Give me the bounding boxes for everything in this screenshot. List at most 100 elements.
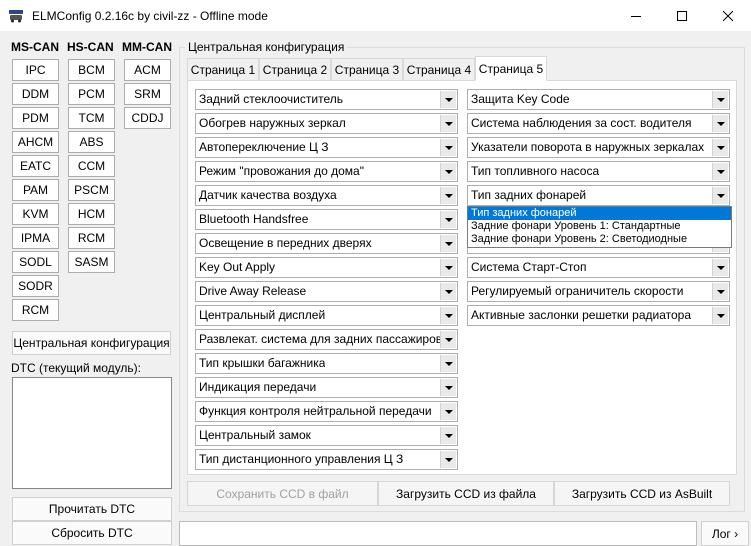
combo-label: Key Out Apply — [199, 260, 276, 274]
chevron-down-icon — [712, 187, 728, 204]
load-ccd-asbuilt-button[interactable]: Загрузить CCD из AsBuilt — [554, 481, 730, 506]
module-button-rcm-ms[interactable]: RCM — [12, 299, 59, 321]
combo-front-door-lighting[interactable]: Освещение в передних дверях — [195, 233, 458, 254]
combo-speed-limiter[interactable]: Регулируемый ограничитель скорости — [467, 281, 730, 302]
module-button-pcm[interactable]: PCM — [68, 83, 115, 105]
tab-page-5[interactable]: Страница 5 — [475, 56, 547, 81]
module-button-ipma[interactable]: IPMA — [12, 227, 59, 249]
combo-driver-monitoring[interactable]: Система наблюдения за сост. водителя — [467, 113, 730, 134]
read-dtc-button[interactable]: Прочитать DTC — [12, 497, 172, 521]
dropdown-option[interactable]: Задние фонари Уровень 1: Стандартные — [468, 220, 731, 233]
combo-auto-lock[interactable]: Автопереключение Ц З — [195, 137, 458, 158]
combo-label: Bluetooth Handsfree — [199, 212, 309, 226]
module-button-rcm-hs[interactable]: RCM — [68, 227, 115, 249]
chevron-down-icon — [440, 307, 456, 324]
combo-remote-lock-type[interactable]: Тип дистанционного управления Ц З — [195, 449, 458, 470]
combo-label: Центральный дисплей — [199, 308, 326, 322]
module-button-ahcm[interactable]: AHCM — [12, 131, 59, 153]
combo-label: Система Старт-Стоп — [471, 260, 587, 274]
combo-label: Автопереключение Ц З — [199, 140, 329, 154]
module-button-acm[interactable]: ACM — [124, 59, 171, 81]
chevron-down-icon — [712, 259, 728, 276]
minimize-icon — [631, 15, 641, 17]
module-button-pam[interactable]: PAM — [12, 179, 59, 201]
chevron-down-icon — [440, 451, 456, 468]
combo-drive-away-release[interactable]: Drive Away Release — [195, 281, 458, 302]
module-button-kvm[interactable]: KVM — [12, 203, 59, 225]
chevron-down-icon — [712, 283, 728, 300]
tab-page-2[interactable]: Страница 2 — [259, 58, 331, 81]
combo-start-stop[interactable]: Система Старт-Стоп — [467, 257, 730, 278]
combo-mirror-turn-signals[interactable]: Указатели поворота в наружных зеркалах — [467, 137, 730, 158]
save-ccd-button[interactable]: Сохранить CCD в файл — [187, 481, 378, 506]
module-button-sodl[interactable]: SODL — [12, 251, 59, 273]
combo-central-display[interactable]: Центральный дисплей — [195, 305, 458, 326]
load-ccd-file-button[interactable]: Загрузить CCD из файла — [378, 481, 554, 506]
combo-rear-lamp-type[interactable]: Тип задних фонарей — [467, 185, 730, 206]
module-button-abs[interactable]: ABS — [68, 131, 115, 153]
module-button-ipc[interactable]: IPC — [12, 59, 59, 81]
reset-dtc-button[interactable]: Сбросить DTC — [12, 521, 172, 545]
combo-key-out-apply[interactable]: Key Out Apply — [195, 257, 458, 278]
module-button-bcm[interactable]: BCM — [68, 59, 115, 81]
combo-label: Система наблюдения за сост. водителя — [471, 116, 692, 130]
log-button[interactable]: Лог › — [701, 521, 749, 546]
module-button-srm[interactable]: SRM — [124, 83, 171, 105]
dtc-list[interactable] — [12, 377, 172, 489]
dtc-label: DTC (текущий модуль): — [11, 361, 142, 375]
maximize-icon — [677, 10, 687, 21]
chevron-down-icon — [440, 403, 456, 420]
combo-label: Drive Away Release — [199, 284, 307, 298]
combo-active-grille-shutters[interactable]: Активные заслонки решетки радиатора — [467, 305, 730, 326]
hs-can-header: HS-CAN — [67, 40, 114, 54]
dropdown-option[interactable]: Тип задних фонарей — [468, 207, 731, 220]
module-button-pscm[interactable]: PSCM — [68, 179, 115, 201]
module-button-hcm[interactable]: HCM — [68, 203, 115, 225]
combo-label: Освещение в передних дверях — [199, 236, 372, 250]
combo-bluetooth-handsfree[interactable]: Bluetooth Handsfree — [195, 209, 458, 230]
combo-label: Обогрев наружных зеркал — [199, 116, 346, 130]
title-bar: ELMConfig 0.2.16c by civil-zz - Offline … — [0, 0, 751, 31]
module-button-pdm[interactable]: PDM — [12, 107, 59, 129]
combo-gear-indication[interactable]: Индикация передачи — [195, 377, 458, 398]
window-title: ELMConfig 0.2.16c by civil-zz - Offline … — [32, 9, 268, 23]
chevron-down-icon — [440, 283, 456, 300]
dropdown-option[interactable]: Задние фонари Уровень 2: Светодиодные — [468, 233, 731, 246]
tab-page-4[interactable]: Страница 4 — [403, 58, 475, 81]
minimize-button[interactable] — [613, 0, 659, 31]
combo-air-quality-sensor[interactable]: Датчик качества воздуха — [195, 185, 458, 206]
maximize-button[interactable] — [659, 0, 705, 31]
combo-heated-mirrors[interactable]: Обогрев наружных зеркал — [195, 113, 458, 134]
rear-lamp-dropdown-list: Тип задних фонарей Задние фонари Уровень… — [467, 206, 732, 248]
chevron-down-icon — [712, 307, 728, 324]
combo-label: Активные заслонки решетки радиатора — [471, 308, 692, 322]
module-button-tcm[interactable]: TCM — [68, 107, 115, 129]
module-button-cddj[interactable]: CDDJ — [124, 107, 171, 129]
chevron-down-icon — [712, 91, 728, 108]
combo-key-code-protection[interactable]: Защита Key Code — [467, 89, 730, 110]
chevron-down-icon — [440, 91, 456, 108]
combo-central-lock[interactable]: Центральный замок — [195, 425, 458, 446]
chevron-down-icon — [712, 163, 728, 180]
tab-page-3[interactable]: Страница 3 — [331, 58, 403, 81]
module-button-eatc[interactable]: EATC — [12, 155, 59, 177]
combo-rear-entertainment[interactable]: Развлекат. система для задних пассажиров — [195, 329, 458, 350]
module-button-ddm[interactable]: DDM — [12, 83, 59, 105]
combo-label: Указатели поворота в наружных зеркалах — [471, 140, 705, 154]
combo-tailgate-type[interactable]: Тип крышки багажника — [195, 353, 458, 374]
chevron-down-icon — [440, 115, 456, 132]
central-config-button[interactable]: Центральная конфигурация — [12, 331, 171, 355]
combo-neutral-control[interactable]: Функция контроля нейтральной передачи — [195, 401, 458, 422]
combo-follow-me-home[interactable]: Режим "провожания до дома" — [195, 161, 458, 182]
module-button-ccm[interactable]: CCM — [68, 155, 115, 177]
close-button[interactable] — [705, 0, 751, 31]
combo-fuel-pump-type[interactable]: Тип топливного насоса — [467, 161, 730, 182]
tab-page-1[interactable]: Страница 1 — [187, 58, 259, 81]
module-button-sodr[interactable]: SODR — [12, 275, 59, 297]
close-icon — [723, 10, 733, 21]
combo-rear-wiper[interactable]: Задний стеклоочиститель — [195, 89, 458, 110]
chevron-down-icon — [712, 115, 728, 132]
chevron-down-icon — [440, 379, 456, 396]
chevron-down-icon — [440, 331, 456, 348]
module-button-sasm[interactable]: SASM — [68, 251, 115, 273]
